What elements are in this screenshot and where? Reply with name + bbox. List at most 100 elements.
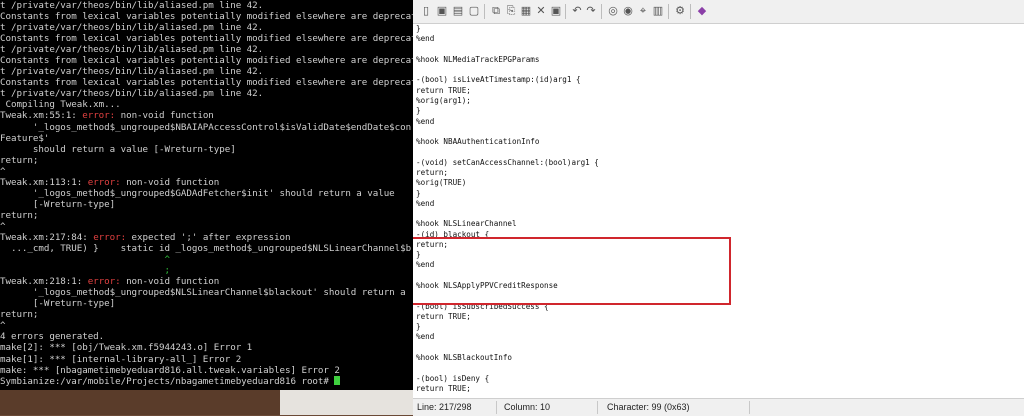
terminal-cursor: [334, 375, 341, 385]
terminal-window[interactable]: t /private/var/theos/bin/lib/aliased.pm …: [0, 0, 413, 390]
terminal-text: make[1]: *** [internal-library-all_] Err…: [0, 353, 242, 365]
save-icon[interactable]: ▣: [435, 4, 449, 18]
paste-icon[interactable]: ▦: [519, 4, 533, 18]
terminal-text: ^: [0, 220, 6, 232]
code-line: %hook NLSLinearChannel: [416, 219, 517, 229]
terminal-line: Constants from lexical variables potenti…: [0, 11, 413, 22]
terminal-text: t /private/var/theos/bin/lib/aliased.pm …: [0, 0, 264, 11]
terminal-text: return;: [0, 154, 39, 166]
terminal-line: ^: [0, 254, 413, 265]
terminal-line: should return a value [-Wreturn-type]: [0, 144, 413, 155]
redo-icon[interactable]: ↷: [584, 4, 598, 18]
status-bar: Line: 217/298 Column: 10 Character: 99 (…: [413, 398, 1024, 416]
save-all-icon[interactable]: ▤: [451, 4, 465, 18]
code-line: %end: [416, 198, 435, 208]
terminal-line: [-Wreturn-type]: [0, 298, 413, 309]
terminal-text: [-Wreturn-type]: [0, 198, 116, 210]
terminal-line: return;: [0, 155, 413, 166]
find-icon[interactable]: ◎: [606, 4, 620, 18]
terminal-line: ^: [0, 221, 413, 232]
status-divider: [597, 401, 598, 414]
code-line: %orig(TRUE): [416, 178, 467, 188]
terminal-line: t /private/var/theos/bin/lib/aliased.pm …: [0, 44, 413, 55]
terminal-line: Symbianize:/var/mobile/Projects/nbagamet…: [0, 375, 413, 387]
status-divider: [749, 401, 750, 414]
cut-icon[interactable]: ⧉: [489, 4, 503, 18]
code-line: %hook NLSBlackoutInfo: [416, 353, 513, 362]
select-all-icon[interactable]: ▣: [549, 4, 563, 18]
code-line: %hook NBAAuthenticationInfo: [416, 137, 540, 147]
terminal-text: [-Wreturn-type]: [0, 298, 116, 310]
error-label: error:: [87, 176, 121, 188]
terminal-text: ^: [0, 165, 6, 177]
terminal-text: make[2]: *** [obj/Tweak.xm.f5944243.o] E…: [0, 342, 253, 354]
status-divider: [496, 401, 497, 414]
terminal-text: expected ';' after expression: [126, 231, 291, 243]
terminal-line: Tweak.xm:113:1: error: non-void function: [0, 177, 413, 188]
toolbar-separator: [484, 4, 485, 19]
terminal-line: t /private/var/theos/bin/lib/aliased.pm …: [0, 22, 413, 33]
copy-icon[interactable]: ⎘: [504, 4, 518, 18]
terminal-line: '_logos_method$_ungrouped$NBAIAPAccessCo…: [0, 122, 413, 133]
new-file-icon[interactable]: ▯: [419, 4, 433, 18]
code-line: }: [416, 188, 421, 198]
terminal-text: '_logos_method$_ungrouped$NLSLinearChann…: [0, 287, 406, 299]
terminal-line: make[1]: *** [internal-library-all_] Err…: [0, 354, 413, 365]
terminal-text: ^: [164, 254, 170, 266]
toolbar-separator: [601, 4, 602, 19]
highlight-box: [413, 237, 731, 305]
terminal-text: make: *** [nbagametimebyeduard816.all.tw…: [0, 364, 340, 376]
terminal-line: Constants from lexical variables potenti…: [0, 77, 413, 88]
code-area[interactable]: } %end %hook NLMediaTrackEPGParams -(bool…: [413, 24, 1024, 398]
close-icon[interactable]: ▢: [467, 4, 481, 18]
text-editor-window[interactable]: ▯ ▣ ▤ ▢ ⧉ ⎘ ▦ ✕ ▣ ↶ ↷ ◎ ◉ ⌖ ▥ ⚙ ◆ } %end …: [413, 0, 1024, 416]
code-line: return;: [416, 167, 449, 177]
terminal-line: Constants from lexical variables potenti…: [0, 55, 413, 66]
terminal-output: t /private/var/theos/bin/lib/aliased.pm …: [0, 0, 413, 387]
terminal-line: t /private/var/theos/bin/lib/aliased.pm …: [0, 88, 413, 99]
replace-icon[interactable]: ⌖: [636, 4, 650, 18]
terminal-line: make: *** [nbagametimebyeduard816.all.tw…: [0, 365, 413, 376]
terminal-text: ;: [164, 265, 170, 277]
code-line: %end: [416, 116, 435, 126]
terminal-line: t /private/var/theos/bin/lib/aliased.pm …: [0, 66, 413, 77]
terminal-line: [-Wreturn-type]: [0, 199, 413, 210]
status-character: Character: 99 (0x63): [607, 402, 690, 412]
delete-icon[interactable]: ✕: [534, 4, 548, 18]
code-line: %end: [416, 332, 435, 342]
status-column: Column: 10: [504, 402, 551, 412]
terminal-text: Tweak.xm:55:1:: [0, 110, 83, 122]
help-book-icon[interactable]: ◆: [695, 4, 709, 18]
terminal-text: Constants from lexical variables potenti…: [0, 33, 413, 45]
terminal-line: ..._cmd, TRUE) } static id _logos_method…: [0, 243, 413, 254]
terminal-text: 4 errors generated.: [0, 331, 105, 343]
terminal-line: return;: [0, 309, 413, 320]
terminal-text: Tweak.xm:218:1:: [0, 276, 88, 288]
terminal-line: make[2]: *** [obj/Tweak.xm.f5944243.o] E…: [0, 342, 413, 353]
code-line: }: [416, 322, 421, 332]
find-prev-icon[interactable]: ◉: [621, 4, 635, 18]
terminal-text: should return a value [-Wreturn-type]: [0, 143, 236, 155]
terminal-line: Constants from lexical variables potenti…: [0, 33, 413, 44]
terminal-line: Tweak.xm:55:1: error: non-void function: [0, 110, 413, 121]
code-line: }: [416, 106, 421, 116]
terminal-text: t /private/var/theos/bin/lib/aliased.pm …: [0, 66, 264, 78]
terminal-text: '_logos_method$_ungrouped$GADAdFetcher$i…: [0, 187, 395, 199]
terminal-line: ^: [0, 166, 413, 177]
goto-icon[interactable]: ▥: [651, 4, 665, 18]
terminal-line: Feature$': [0, 133, 413, 144]
code-line: %orig(arg1);: [416, 95, 471, 105]
error-label: error:: [82, 110, 116, 122]
code-line: %end: [416, 34, 435, 44]
undo-icon[interactable]: ↶: [570, 4, 584, 18]
settings-icon[interactable]: ⚙: [673, 4, 687, 18]
terminal-text: Constants from lexical variables potenti…: [0, 11, 413, 23]
terminal-text: Constants from lexical variables potenti…: [0, 77, 413, 89]
